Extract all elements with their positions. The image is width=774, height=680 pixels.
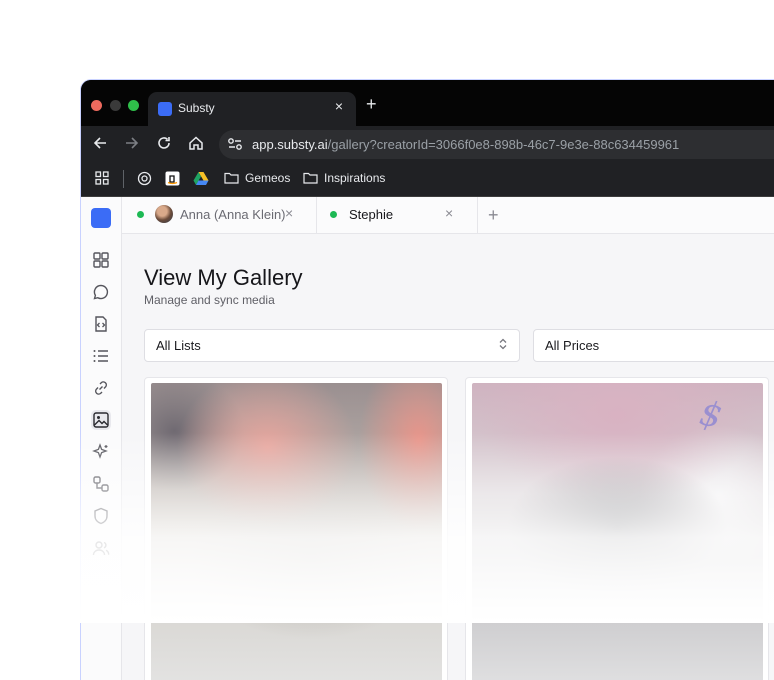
online-status-dot (330, 211, 337, 218)
add-conversation-tab-button[interactable]: + (488, 205, 499, 226)
prices-filter-select[interactable]: All Prices (533, 329, 774, 362)
url-path: /gallery?creatorId=3066f0e8-898b-46c7-9e… (327, 137, 680, 152)
close-tab-button[interactable]: × (330, 98, 348, 114)
conversation-tab-stephie[interactable]: Stephie × (316, 197, 478, 233)
conversation-tab-label: Stephie (349, 207, 394, 222)
link-icon[interactable] (91, 378, 111, 398)
list-icon[interactable] (91, 346, 111, 366)
folder-icon (303, 172, 318, 184)
lists-filter-select[interactable]: All Lists (144, 329, 520, 362)
minimize-window-button[interactable] (110, 100, 121, 111)
home-icon[interactable] (188, 135, 204, 151)
page-title: View My Gallery (144, 265, 303, 290)
code-icon[interactable] (91, 314, 111, 334)
lists-filter-value: All Lists (156, 338, 201, 353)
bottom-fade-overlay (0, 433, 774, 623)
browser-tab-substy[interactable]: Substy × (148, 92, 356, 126)
url-text: app.substy.ai/gallery?creatorId=3066f0e8… (252, 137, 679, 152)
google-drive-bookmark-icon[interactable] (193, 171, 209, 185)
conversation-tab-anna[interactable]: Anna (Anna Klein) × (122, 197, 317, 233)
online-status-dot (137, 211, 144, 218)
maximize-window-button[interactable] (128, 100, 139, 111)
new-tab-button[interactable]: + (366, 94, 377, 115)
chevron-up-down-icon (499, 338, 507, 350)
close-conversation-tab-button[interactable]: × (285, 205, 293, 221)
conversation-tabs: Anna (Anna Klein) × Stephie × + (122, 197, 774, 234)
chat-icon[interactable] (91, 282, 111, 302)
bookmark-folder-inspirations[interactable]: Inspirations (303, 171, 385, 185)
amazon-bookmark-icon[interactable] (165, 171, 180, 186)
dashboard-icon[interactable] (91, 250, 111, 270)
conversation-tab-label: Anna (Anna Klein) (180, 207, 286, 222)
price-icon: $ (696, 393, 726, 437)
close-conversation-tab-button[interactable]: × (445, 205, 453, 221)
address-bar[interactable]: app.substy.ai/gallery?creatorId=3066f0e8… (219, 130, 774, 159)
bookmark-label: Gemeos (245, 171, 291, 185)
gallery-icon[interactable] (91, 410, 111, 430)
bookmark-folder-gemeos[interactable]: Gemeos (224, 171, 290, 185)
close-window-button[interactable] (91, 100, 102, 111)
openai-bookmark-icon[interactable] (137, 171, 152, 186)
avatar (155, 205, 173, 223)
folder-icon (224, 172, 239, 184)
apps-grid-icon[interactable] (95, 171, 109, 185)
back-arrow-icon[interactable] (93, 135, 107, 151)
substy-favicon-icon (158, 102, 172, 116)
url-host: app.substy.ai (252, 137, 328, 152)
page-subtitle: Manage and sync media (144, 293, 275, 307)
bookmark-label: Inspirations (324, 171, 386, 185)
browser-tabstrip: Substy × + (81, 80, 774, 126)
address-bar-row: app.substy.ai/gallery?creatorId=3066f0e8… (81, 126, 774, 163)
bookmarks-divider (123, 170, 124, 188)
bookmarks-bar: Gemeos Inspirations (81, 163, 774, 197)
substy-logo-icon[interactable] (91, 208, 111, 228)
prices-filter-value: All Prices (545, 338, 600, 353)
reload-icon[interactable] (157, 135, 171, 151)
site-settings-icon[interactable] (227, 137, 243, 151)
browser-tab-title: Substy (178, 101, 215, 115)
forward-arrow-icon[interactable] (125, 135, 139, 151)
